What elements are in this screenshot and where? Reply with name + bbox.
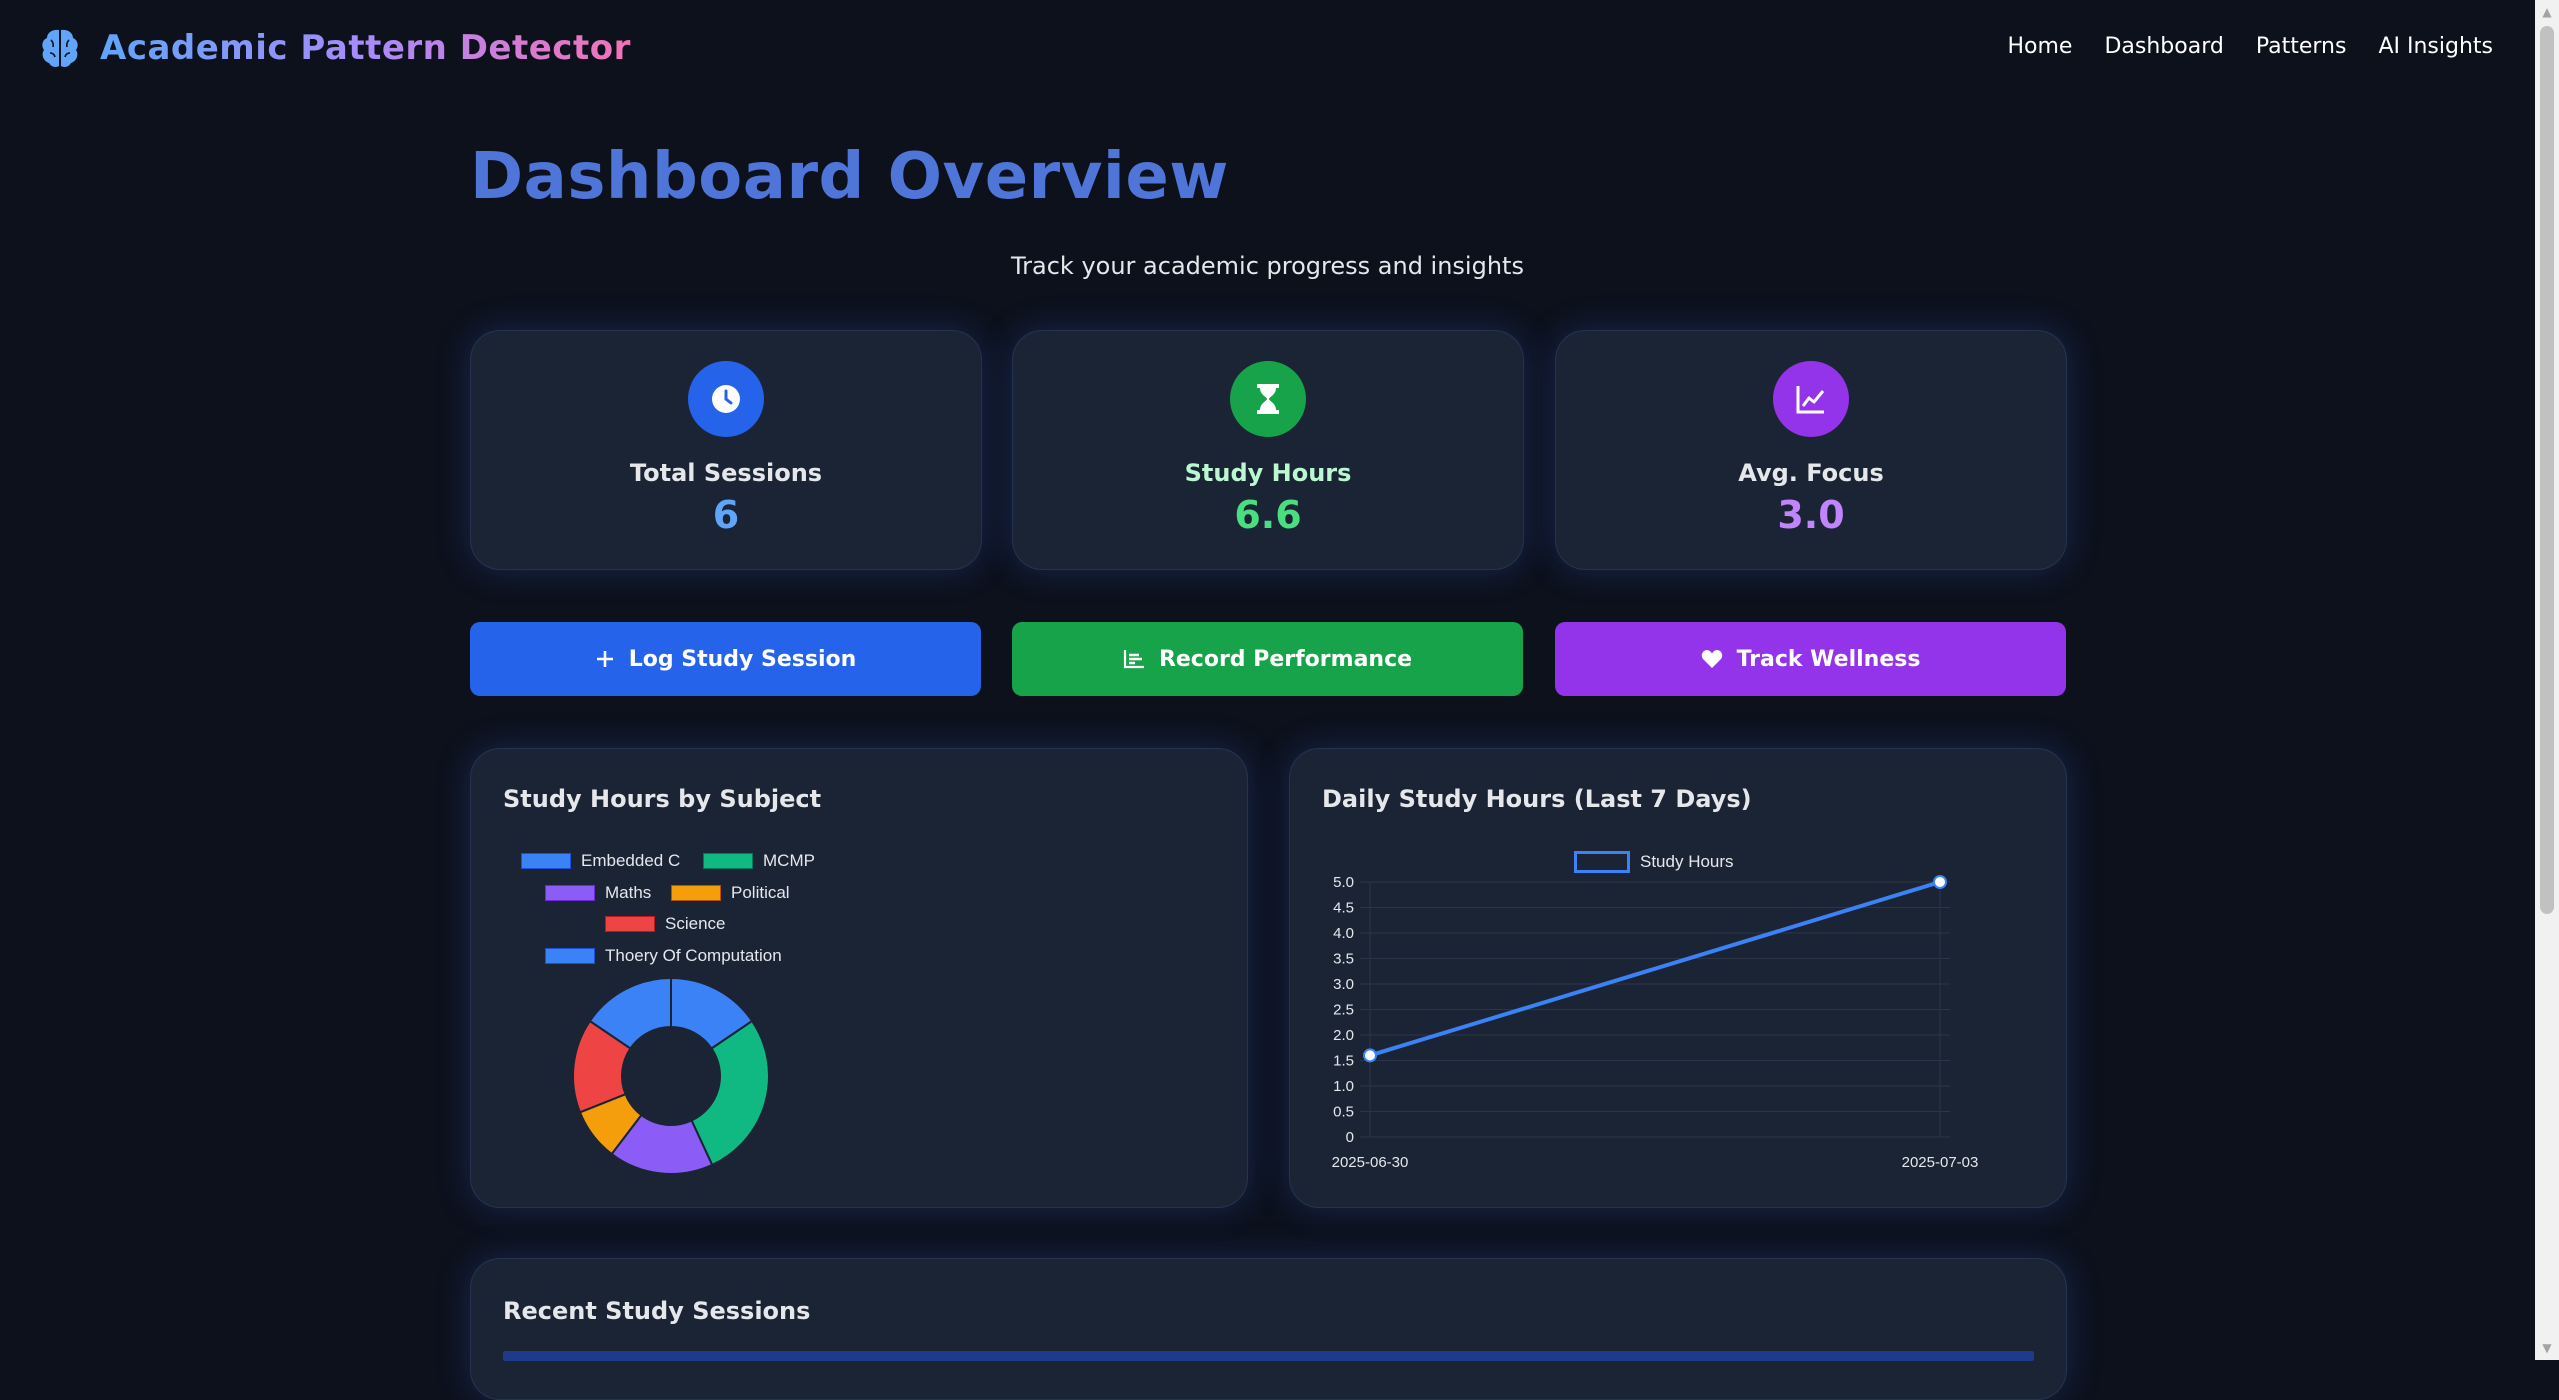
stat-card-total-sessions: Total Sessions 6	[470, 330, 982, 570]
subject-chart-card: Study Hours by Subject Embedded C MCMP M…	[470, 748, 1248, 1208]
series-line	[1369, 880, 1941, 1058]
scroll-down-icon[interactable]: ▼	[2535, 1336, 2559, 1360]
stat-value: 6	[712, 493, 740, 537]
doughnut-chart[interactable]	[471, 749, 1247, 1207]
stat-label: Total Sessions	[629, 459, 823, 487]
stat-card-study-hours: Study Hours 6.6	[1012, 330, 1524, 570]
data-point[interactable]	[1363, 1048, 1377, 1063]
brain-icon	[42, 29, 78, 67]
track-wellness-button[interactable]: Track Wellness	[1555, 622, 2066, 696]
y-tick-label: 5.0	[1333, 874, 1354, 891]
y-tick-label: 1.0	[1333, 1078, 1354, 1095]
daily-chart-card: Daily Study Hours (Last 7 Days) Study Ho…	[1289, 748, 2067, 1208]
plus-icon	[596, 651, 613, 667]
record-performance-button[interactable]: Record Performance	[1012, 622, 1523, 696]
y-tick-label: 4.0	[1333, 925, 1354, 942]
stat-value: 3.0	[1777, 493, 1845, 537]
page-title: Dashboard Overview	[470, 140, 1229, 214]
stat-label: Avg. Focus	[1738, 459, 1884, 487]
scroll-thumb[interactable]	[2540, 26, 2554, 914]
scroll-up-icon[interactable]: ▲	[2535, 0, 2559, 24]
stat-label: Study Hours	[1184, 459, 1352, 487]
stat-card-avg-focus: Avg. Focus 3.0	[1555, 330, 2067, 570]
chart-line-icon	[1773, 361, 1849, 437]
section-title: Recent Study Sessions	[503, 1297, 811, 1325]
y-tick-label: 0	[1346, 1129, 1354, 1146]
bar-chart-icon	[1123, 650, 1144, 669]
y-tick-label: 0.5	[1333, 1104, 1354, 1121]
nav-dashboard-link[interactable]: Dashboard	[2104, 34, 2223, 59]
button-label: Track Wellness	[1736, 646, 1921, 672]
clock-icon	[688, 361, 764, 437]
data-point[interactable]	[1933, 875, 1947, 889]
y-tick-label: 2.5	[1333, 1002, 1354, 1019]
y-tick-label: 2.0	[1333, 1027, 1354, 1044]
top-navbar: Academic Pattern Detector Home Dashboard…	[0, 0, 2535, 104]
app-title: Academic Pattern Detector	[100, 28, 631, 68]
button-label: Log Study Session	[628, 646, 857, 672]
nav-ai-insights-link[interactable]: AI Insights	[2378, 34, 2493, 59]
nav-patterns-link[interactable]: Patterns	[2256, 34, 2347, 59]
scrollbar[interactable]: ▲ ▼	[2535, 0, 2559, 1360]
page-subtitle: Track your academic progress and insight…	[1011, 252, 1524, 280]
x-tick-label: 2025-06-30	[1332, 1154, 1409, 1171]
nav-home-link[interactable]: Home	[2008, 34, 2073, 59]
y-tick-label: 3.0	[1333, 976, 1354, 993]
y-tick-label: 3.5	[1333, 951, 1354, 968]
button-label: Record Performance	[1158, 646, 1413, 672]
recent-sessions-card: Recent Study Sessions	[470, 1258, 2067, 1400]
x-tick-label: 2025-07-03	[1902, 1154, 1979, 1171]
stat-value: 6.6	[1234, 493, 1302, 537]
line-chart[interactable]: 0 0.5 1.0 1.5 2.0 2.5 3.0 3.5 4.0 4.5 5.0 2025-06-3…	[1290, 749, 2066, 1207]
hourglass-icon	[1230, 361, 1306, 437]
y-tick-label: 1.5	[1333, 1053, 1354, 1070]
y-tick-label: 4.5	[1333, 900, 1354, 917]
log-study-session-button[interactable]: Log Study Session	[470, 622, 981, 696]
nav-links: Home Dashboard Patterns AI Insights	[2008, 34, 2494, 59]
brand[interactable]: Academic Pattern Detector	[38, 26, 631, 70]
heart-icon	[1701, 650, 1722, 668]
